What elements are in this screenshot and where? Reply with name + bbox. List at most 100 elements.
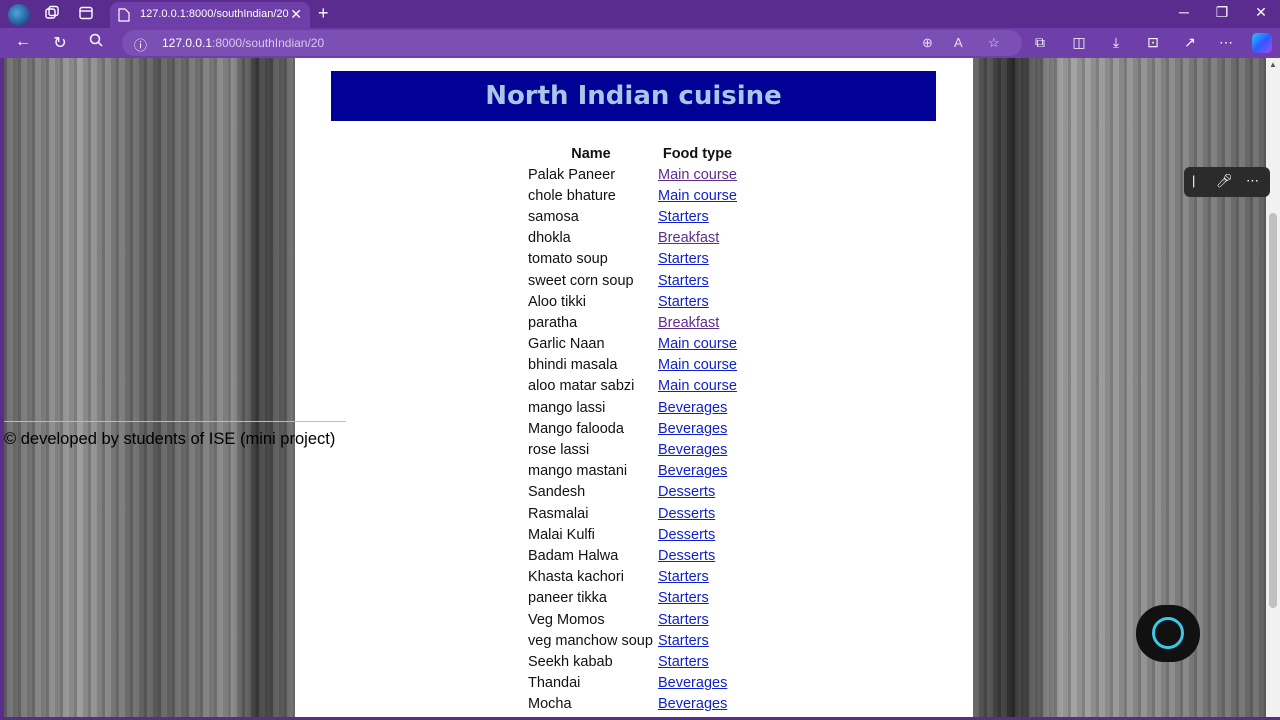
vertical-scrollbar[interactable]: ▲	[1266, 58, 1280, 717]
refresh-icon[interactable]: ↻	[50, 33, 70, 53]
split-screen-icon[interactable]: ◫	[1069, 34, 1089, 51]
food-type-link[interactable]: Desserts	[658, 527, 715, 543]
zoom-icon[interactable]: ⊕	[922, 35, 933, 51]
food-type-link[interactable]: Beverages	[658, 696, 727, 712]
food-type-cell: Beverages	[656, 694, 739, 715]
table-row: aloo matar sabzi Main course	[526, 376, 739, 397]
workspaces-icon[interactable]	[44, 5, 62, 23]
table-row: Thandai Beverages	[526, 673, 739, 694]
restore-icon[interactable]: ❐	[1212, 4, 1232, 21]
food-type-link[interactable]: Beverages	[658, 442, 727, 458]
food-name: Seekh kabab	[528, 653, 613, 670]
new-tab-button[interactable]: +	[318, 3, 329, 24]
food-type-link[interactable]: Starters	[658, 633, 709, 649]
food-type-link[interactable]: Desserts	[658, 506, 715, 522]
browser-toolbar: ← ↻ ⓘ 127.0.0.1:8000/southIndian/20 ⊕ A …	[0, 28, 1280, 58]
food-type-link[interactable]: Starters	[658, 251, 709, 267]
food-type-cell: Starters	[656, 270, 739, 291]
food-type-cell: Desserts	[656, 524, 739, 545]
food-type-link[interactable]: Breakfast	[658, 230, 719, 246]
food-type-link[interactable]: Starters	[658, 273, 709, 289]
food-type-cell: Desserts	[656, 482, 739, 503]
food-type-cell: Main course	[656, 334, 739, 355]
more-icon[interactable]: ⋯	[1246, 173, 1259, 189]
food-type-link[interactable]: Beverages	[658, 421, 727, 437]
footer-text: © developed by students of ISE (mini pro…	[4, 430, 336, 448]
scroll-up-icon[interactable]: ▲	[1269, 60, 1277, 69]
column-header-food-type: Food type	[662, 146, 733, 162]
food-type-link[interactable]: Starters	[658, 569, 709, 585]
table-row: paratha Breakfast	[526, 312, 739, 333]
food-type-link[interactable]: Main course	[658, 378, 737, 394]
screenshot-icon[interactable]: ⊡	[1143, 34, 1163, 51]
food-name: Mocha	[528, 696, 572, 713]
more-options-icon[interactable]: ⋯	[1216, 34, 1236, 51]
food-name: Sandesh	[528, 484, 586, 501]
site-info-icon[interactable]: ⓘ	[134, 35, 147, 54]
favorite-icon[interactable]: ☆	[988, 35, 1000, 51]
main-content: North Indian cuisine Name Food type Pala…	[295, 58, 973, 717]
food-name: bhindi masala	[528, 357, 618, 374]
food-type-link[interactable]: Main course	[658, 167, 737, 183]
food-type-link[interactable]: Starters	[658, 612, 709, 628]
table-row: Aloo tikki Starters	[526, 291, 739, 312]
food-name: Badam Halwa	[528, 547, 619, 564]
table-row: Mango falooda Beverages	[526, 418, 739, 439]
food-name: Malai Kulfi	[528, 526, 595, 543]
food-name: Palak Paneer	[528, 166, 616, 183]
food-type-link[interactable]: Starters	[658, 654, 709, 670]
food-type-link[interactable]: Beverages	[658, 463, 727, 479]
table-row: paneer tikka Starters	[526, 588, 739, 609]
food-type-link[interactable]: Main course	[658, 188, 737, 204]
read-aloud-icon[interactable]: A	[954, 35, 963, 50]
food-type-link[interactable]: Starters	[658, 209, 709, 225]
food-type-link[interactable]: Main course	[658, 336, 737, 352]
profile-avatar[interactable]	[8, 4, 30, 26]
food-type-cell: Beverages	[656, 461, 739, 482]
tab-actions-icon[interactable]	[78, 5, 96, 23]
close-tab-icon[interactable]: ✕	[290, 6, 302, 23]
food-type-link[interactable]: Starters	[658, 590, 709, 606]
food-type-cell: Starters	[656, 651, 739, 672]
table-row: Veg Momos Starters	[526, 609, 739, 630]
microphone-icon[interactable]: 🎤︎	[1216, 173, 1233, 189]
food-type-cell: Starters	[656, 567, 739, 588]
scrollbar-thumb[interactable]	[1269, 213, 1277, 608]
copilot-icon[interactable]	[1252, 33, 1272, 53]
drag-handle-icon[interactable]: |	[1192, 173, 1195, 188]
food-name: Thandai	[528, 675, 581, 692]
table-row: Malai Kulfi Desserts	[526, 524, 739, 545]
food-type-link[interactable]: Desserts	[658, 484, 715, 500]
chat-assistant-button[interactable]	[1136, 605, 1200, 662]
extensions-icon[interactable]: ⧉	[1030, 34, 1050, 51]
table-row: Mocha Beverages	[526, 694, 739, 715]
food-type-link[interactable]: Main course	[658, 357, 737, 373]
food-name: Garlic Naan	[528, 336, 605, 353]
tab-active[interactable]: 127.0.0.1:8000/southIndian/20 ✕	[110, 2, 310, 28]
food-type-link[interactable]: Beverages	[658, 675, 727, 691]
food-type-cell: Starters	[656, 588, 739, 609]
url-text[interactable]: 127.0.0.1:8000/southIndian/20	[162, 36, 324, 50]
food-type-link[interactable]: Starters	[658, 294, 709, 310]
food-type-cell: Beverages	[656, 418, 739, 439]
downloads-icon[interactable]: ⤓	[1106, 34, 1126, 51]
address-bar[interactable]: ⓘ 127.0.0.1:8000/southIndian/20 ⊕ A ☆	[122, 30, 1022, 56]
food-name: samosa	[528, 208, 579, 225]
table-header-row: Name Food type	[526, 144, 739, 164]
close-window-icon[interactable]: ✕	[1251, 4, 1271, 21]
food-name: paratha	[528, 314, 578, 331]
back-icon[interactable]: ←	[13, 33, 33, 51]
food-type-link[interactable]: Desserts	[658, 548, 715, 564]
food-name: Khasta kachori	[528, 569, 624, 586]
food-type-link[interactable]: Breakfast	[658, 315, 719, 331]
minimize-icon[interactable]: ─	[1174, 4, 1194, 20]
food-name: sweet corn soup	[528, 272, 634, 289]
share-icon[interactable]: ↗	[1180, 34, 1200, 51]
food-name: Aloo tikki	[528, 293, 587, 310]
food-type-cell: Starters	[656, 206, 739, 227]
food-type-cell: Desserts	[656, 503, 739, 524]
food-type-link[interactable]: Beverages	[658, 400, 727, 416]
table-row: chole bhature Main course	[526, 185, 739, 206]
food-type-cell: Desserts	[656, 545, 739, 566]
search-icon[interactable]	[86, 33, 106, 52]
